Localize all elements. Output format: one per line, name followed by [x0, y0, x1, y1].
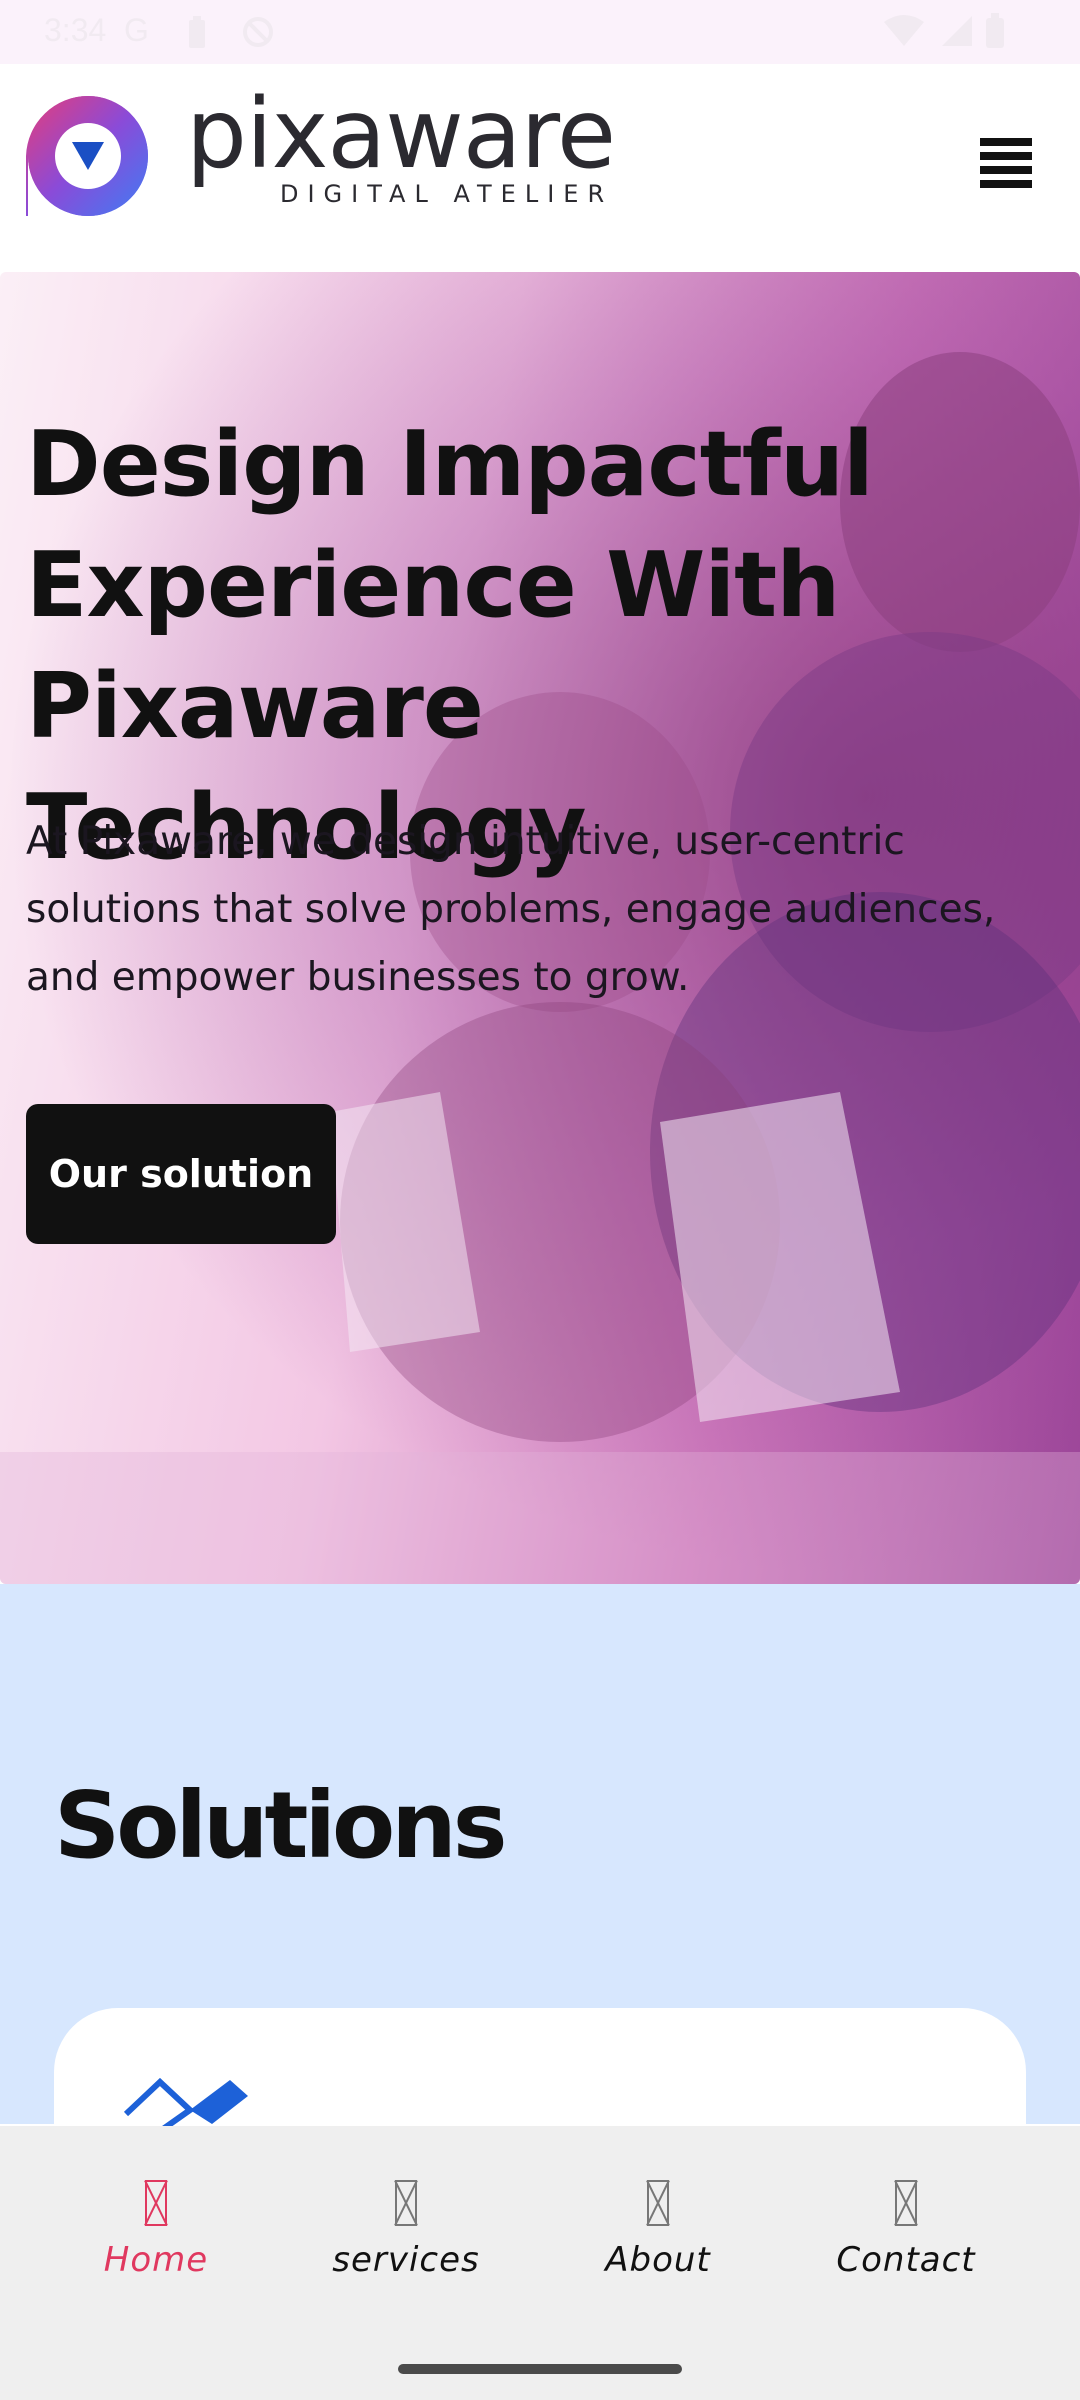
missing-glyph-icon: [895, 2180, 917, 2226]
hero-subtitle: At Pixaware, we design intuitive, user-c…: [26, 819, 996, 1000]
design-tools-icon: [123, 2077, 248, 2134]
signal-icon: [942, 16, 972, 46]
nav-label-contact: Contact: [836, 2240, 976, 2280]
nav-label-services: services: [332, 2240, 480, 2280]
missing-glyph-icon: [647, 2180, 669, 2226]
home-indicator[interactable]: [398, 2364, 682, 2374]
nav-item-about[interactable]: About: [538, 2180, 778, 2280]
status-carrier: G: [124, 12, 149, 48]
dnd-icon: [243, 17, 273, 47]
our-solution-button[interactable]: Our solution: [26, 1104, 336, 1244]
solutions-title: Solutions: [54, 1772, 507, 1879]
site-header: pixaware DIGITAL ATELIER: [0, 64, 1080, 272]
brand-tagline: DIGITAL ATELIER: [280, 180, 614, 208]
missing-glyph-icon: [145, 2180, 167, 2226]
wifi-icon: [884, 15, 924, 46]
status-time: 3:34: [44, 12, 107, 48]
nav-item-home[interactable]: Home: [36, 2180, 276, 2280]
nav-label-home: Home: [103, 2240, 209, 2280]
battery-icon: [986, 13, 1004, 48]
brand-name[interactable]: pixaware: [186, 86, 616, 182]
nav-item-contact[interactable]: Contact: [786, 2180, 1026, 2280]
bottom-navigation: Home services About Contact: [0, 2126, 1080, 2400]
play-logo-icon[interactable]: [26, 94, 150, 218]
missing-glyph-icon: [395, 2180, 417, 2226]
hamburger-menu-icon[interactable]: [980, 138, 1034, 198]
solutions-section: Solutions: [0, 1584, 1080, 2208]
hero-section: Design Impactful Experience With Pixawar…: [0, 272, 1080, 1584]
status-bar: 3:34 G: [0, 0, 1080, 64]
nav-item-services[interactable]: services: [286, 2180, 526, 2280]
nav-label-about: About: [605, 2240, 711, 2280]
battery-saver-icon: [189, 16, 205, 48]
